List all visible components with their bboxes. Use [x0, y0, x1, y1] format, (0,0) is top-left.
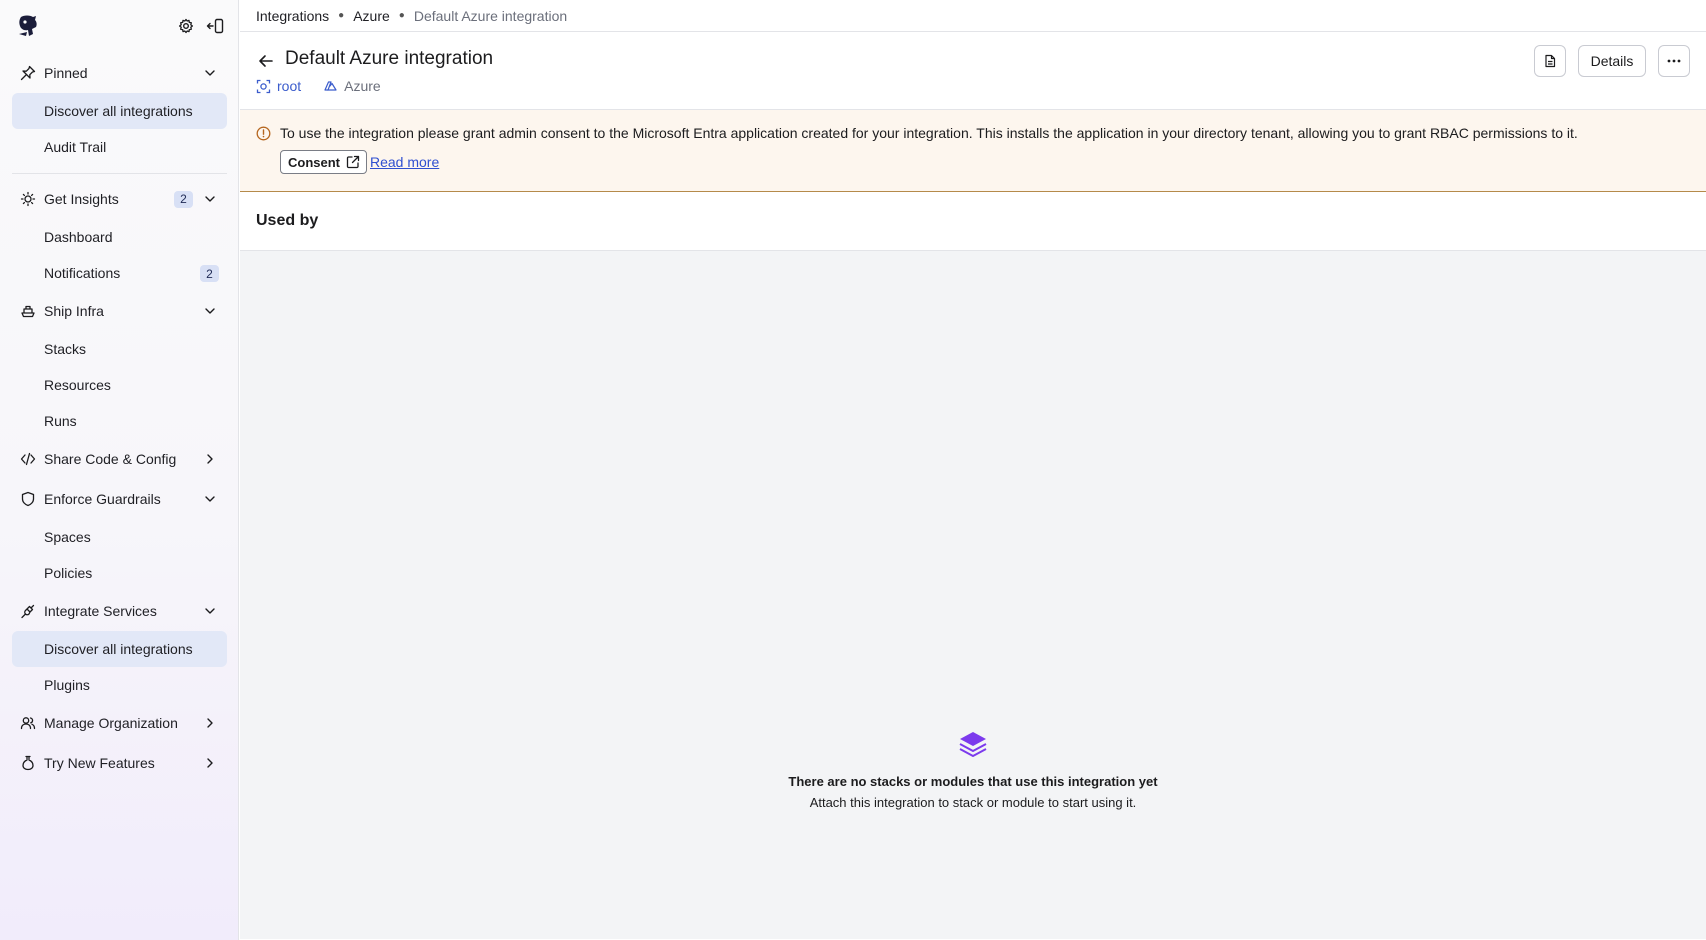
document-icon: [1545, 54, 1556, 68]
sidebar-item-label: Policies: [44, 565, 93, 581]
logo-icon[interactable]: [17, 14, 39, 38]
sidebar-group-share-code-config[interactable]: Share Code & Config: [0, 439, 239, 479]
sidebar-item-audit-trail[interactable]: Audit Trail: [12, 129, 227, 165]
sidebar-item-plugins[interactable]: Plugins: [12, 667, 227, 703]
sidebar-item-label: Resources: [44, 377, 111, 393]
sidebar-group-label: Get Insights: [44, 191, 119, 207]
sidebar-item-label: Discover all integrations: [44, 103, 193, 119]
external-link-icon: [346, 155, 360, 169]
breadcrumb-separator: ●: [338, 10, 345, 21]
space-link[interactable]: root: [256, 78, 301, 94]
provider-label: Azure: [323, 78, 381, 94]
sidebar-item-pinned-discover-integrations[interactable]: Discover all integrations: [12, 93, 227, 129]
back-arrow-icon[interactable]: [257, 52, 275, 70]
sidebar-item-stacks[interactable]: Stacks: [12, 331, 227, 367]
chevron-down-icon: [203, 192, 217, 206]
sidebar-group-label: Try New Features: [44, 755, 155, 771]
details-button[interactable]: Details: [1578, 45, 1646, 77]
lightbulb-icon: [20, 191, 36, 207]
documentation-button[interactable]: [1534, 45, 1566, 77]
used-by-content: There are no stacks or modules that use …: [240, 251, 1706, 939]
chevron-down-icon: [203, 604, 217, 618]
sidebar-item-label: Stacks: [44, 341, 87, 357]
space-icon: [256, 79, 271, 93]
chevron-down-icon: [203, 304, 217, 318]
sidebar-item-resources[interactable]: Resources: [12, 367, 227, 403]
notification-badge: 2: [174, 190, 193, 208]
sidebar-group-label: Manage Organization: [44, 715, 178, 731]
sidebar-item-spaces[interactable]: Spaces: [12, 519, 227, 555]
sidebar-item-label: Plugins: [44, 677, 90, 693]
sidebar-item-label: Dashboard: [44, 229, 113, 245]
space-name: root: [277, 78, 302, 94]
gear-icon[interactable]: [178, 18, 194, 34]
breadcrumb-separator: ●: [398, 10, 405, 21]
chevron-right-icon: [203, 452, 217, 466]
ship-icon: [20, 303, 36, 319]
sidebar-group-label: Ship Infra: [44, 303, 104, 319]
sidebar-header: [0, 0, 239, 54]
used-by-heading: Used by: [240, 192, 1706, 251]
plug-icon: [20, 603, 36, 619]
sidebar-item-label: Spaces: [44, 529, 91, 545]
chevron-right-icon: [203, 716, 217, 730]
consent-button[interactable]: Consent: [280, 150, 367, 174]
empty-state-title: There are no stacks or modules that use …: [788, 774, 1158, 789]
provider-name: Azure: [344, 78, 381, 94]
sidebar-group-label: Enforce Guardrails: [44, 491, 161, 507]
sidebar-item-label: Discover all integrations: [44, 641, 193, 657]
sidebar-item-label: Runs: [44, 413, 77, 429]
integration-meta: root Azure: [256, 78, 381, 94]
main-content: Integrations ● Azure ● Default Azure int…: [240, 0, 1706, 940]
chevron-right-icon: [203, 756, 217, 770]
sidebar-group-label: Pinned: [44, 65, 88, 81]
sidebar-group-pinned[interactable]: Pinned: [0, 53, 239, 93]
alert-message: To use the integration please grant admi…: [280, 125, 1578, 141]
more-options-button[interactable]: [1658, 45, 1690, 77]
empty-state-subtitle: Attach this integration to stack or modu…: [809, 795, 1137, 810]
notification-badge: 2: [200, 265, 219, 282]
users-icon: [20, 715, 36, 731]
more-horizontal-icon: [1667, 59, 1681, 63]
sidebar-group-ship-infra[interactable]: Ship Infra: [0, 291, 239, 331]
layers-icon: [959, 732, 987, 757]
sidebar-item-label: Notifications: [44, 265, 121, 281]
flask-icon: [20, 755, 36, 771]
azure-icon: [324, 80, 337, 91]
sidebar-group-try-new-features[interactable]: Try New Features: [0, 743, 239, 783]
sidebar-nav: Pinned Discover all integrations Audit T…: [0, 53, 239, 783]
sidebar-group-label: Share Code & Config: [44, 451, 177, 467]
sidebar-item-policies[interactable]: Policies: [12, 555, 227, 591]
sidebar-group-label: Integrate Services: [44, 603, 157, 619]
empty-state: There are no stacks or modules that use …: [240, 729, 1706, 810]
breadcrumb-azure[interactable]: Azure: [353, 8, 390, 24]
sidebar-group-get-insights[interactable]: Get Insights 2: [0, 179, 239, 219]
shield-icon: [20, 491, 36, 507]
consent-button-label: Consent: [288, 154, 340, 170]
sidebar-item-label: Audit Trail: [44, 139, 107, 155]
pin-icon: [20, 65, 36, 81]
sidebar-item-notifications[interactable]: Notifications 2: [12, 255, 227, 291]
sidebar-group-enforce-guardrails[interactable]: Enforce Guardrails: [0, 479, 239, 519]
sidebar-group-manage-organization[interactable]: Manage Organization: [0, 703, 239, 743]
code-icon: [20, 451, 36, 467]
warning-circle-icon: [256, 126, 271, 141]
sidebar-item-discover-all-integrations[interactable]: Discover all integrations: [12, 631, 227, 667]
sidebar-item-dashboard[interactable]: Dashboard: [12, 219, 227, 255]
breadcrumb-current: Default Azure integration: [413, 7, 568, 24]
breadcrumb: Integrations ● Azure ● Default Azure int…: [240, 0, 1706, 32]
sidebar-item-runs[interactable]: Runs: [12, 403, 227, 439]
chevron-down-icon: [203, 66, 217, 80]
read-more-link[interactable]: Read more: [370, 154, 439, 170]
page-header: Default Azure integration root Azure Det…: [240, 32, 1706, 110]
sidebar: Pinned Discover all integrations Audit T…: [0, 0, 239, 940]
chevron-down-icon: [203, 492, 217, 506]
sidebar-group-integrate-services[interactable]: Integrate Services: [0, 591, 239, 631]
breadcrumb-integrations[interactable]: Integrations: [256, 8, 329, 24]
collapse-sidebar-icon[interactable]: [206, 18, 224, 34]
consent-alert: To use the integration please grant admi…: [240, 110, 1706, 192]
page-title: Default Azure integration: [285, 48, 494, 69]
